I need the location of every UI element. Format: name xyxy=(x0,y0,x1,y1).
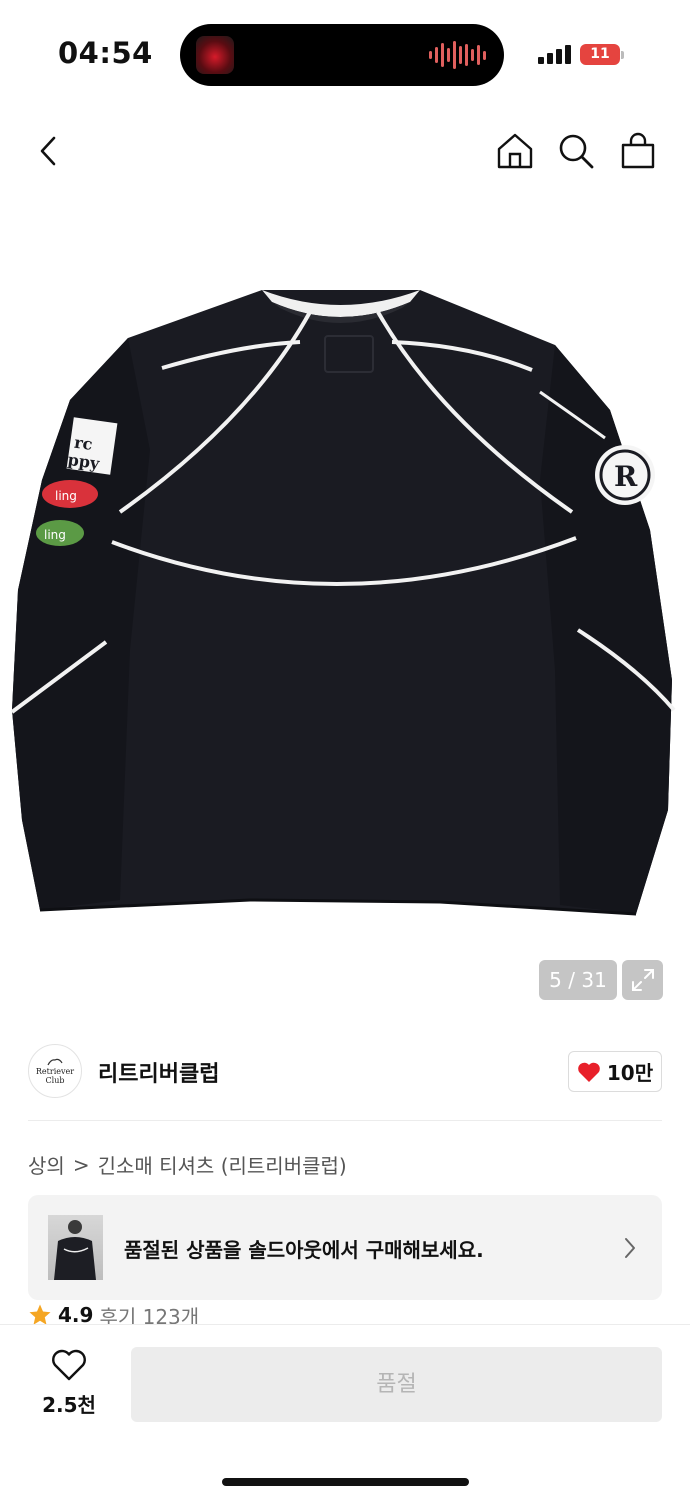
svg-text:R: R xyxy=(614,460,638,493)
cart-button[interactable] xyxy=(612,125,664,177)
brand-logo-line-1: Retriever xyxy=(35,1067,75,1076)
heart-outline-icon xyxy=(52,1349,86,1381)
divider xyxy=(28,1120,662,1121)
status-time: 04:54 xyxy=(58,36,153,70)
svg-text:ling: ling xyxy=(44,528,66,542)
now-playing-artwork xyxy=(196,36,234,74)
home-indicator[interactable] xyxy=(222,1478,469,1486)
home-icon xyxy=(497,133,533,169)
brand-like-button[interactable]: 10만 xyxy=(568,1051,662,1092)
dog-mark-icon xyxy=(47,1058,63,1066)
dynamic-island xyxy=(180,24,504,86)
svg-text:ling: ling xyxy=(55,489,77,503)
back-button[interactable] xyxy=(22,125,74,177)
brand-name[interactable]: 리트리버클럽 xyxy=(98,1056,219,1088)
brand-like-count: 10만 xyxy=(606,1061,654,1085)
banner-thumbnail xyxy=(48,1215,103,1280)
product-photo: rc ppy ling ling R xyxy=(10,290,676,916)
brand-row[interactable]: Retriever Club 리트리버클럽 10만 xyxy=(28,1044,662,1100)
soldout-banner[interactable]: 품절된 상품을 솔드아웃에서 구매해보세요. xyxy=(28,1195,662,1300)
heart-icon xyxy=(578,1062,600,1082)
gallery-counter: 5 / 31 xyxy=(539,960,617,1000)
top-navigation xyxy=(0,125,690,181)
audio-waveform-icon xyxy=(429,41,486,69)
chevron-right-icon xyxy=(625,1238,635,1258)
breadcrumb-subcategory[interactable]: 긴소매 티셔츠 (리트리버클럽) xyxy=(98,1150,347,1179)
bottom-action-bar: 2.5천 품절 xyxy=(0,1324,690,1500)
brand-logo[interactable]: Retriever Club xyxy=(28,1044,82,1098)
brand-logo-line-2: Club xyxy=(45,1076,65,1085)
search-icon xyxy=(559,134,594,169)
cellular-signal-icon xyxy=(538,45,571,64)
breadcrumb: 상의 > 긴소매 티셔츠 (리트리버클럽) xyxy=(28,1150,347,1179)
banner-text: 품절된 상품을 솔드아웃에서 구매해보세요. xyxy=(124,1238,484,1262)
home-button[interactable] xyxy=(489,125,541,177)
battery-indicator: 11 xyxy=(580,44,620,65)
cart-icon xyxy=(621,132,655,169)
status-bar: 04:54 11 xyxy=(0,0,690,110)
search-button[interactable] xyxy=(550,125,602,177)
expand-icon xyxy=(631,969,654,991)
wishlist-count: 2.5천 xyxy=(42,1393,96,1417)
wishlist-button[interactable]: 2.5천 xyxy=(36,1349,102,1418)
battery-nub xyxy=(621,51,624,59)
breadcrumb-separator: > xyxy=(72,1152,90,1177)
breadcrumb-category[interactable]: 상의 xyxy=(28,1150,65,1179)
soldout-button[interactable]: 품절 xyxy=(131,1347,662,1422)
back-icon xyxy=(40,136,56,166)
expand-button[interactable] xyxy=(622,960,663,1000)
